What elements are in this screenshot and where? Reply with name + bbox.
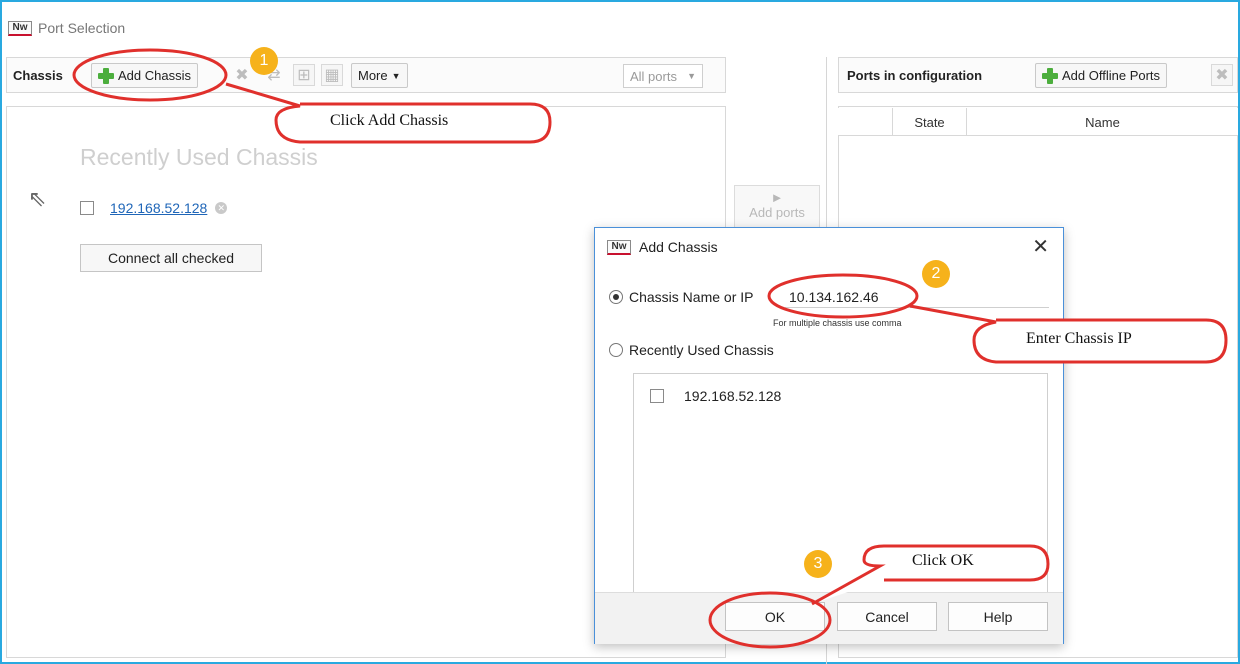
chassis-label: Chassis <box>13 68 63 83</box>
option-recent-label: Recently Used Chassis <box>629 342 774 358</box>
add-chassis-button[interactable]: Add Chassis <box>91 63 198 88</box>
chassis-checkbox[interactable] <box>80 201 94 215</box>
window-title: Port Selection <box>38 20 126 36</box>
close-icon[interactable]: ✕ <box>1032 234 1049 259</box>
radio-recent[interactable] <box>609 343 623 357</box>
connect-all-button[interactable]: Connect all checked <box>80 244 262 272</box>
tree-icon[interactable]: ⊞ <box>293 64 315 86</box>
ports-config-label: Ports in configuration <box>847 68 983 83</box>
chevron-down-icon: ▼ <box>687 71 696 81</box>
multi-chassis-hint: For multiple chassis use comma <box>773 318 902 328</box>
remove-chassis-icon[interactable]: ✖ <box>231 64 253 86</box>
recent-ip: 192.168.52.128 <box>684 388 782 404</box>
ok-button[interactable]: OK <box>725 602 825 631</box>
callout-text-2: Enter Chassis IP <box>1026 330 1132 347</box>
dialog-title: Add Chassis <box>639 239 718 255</box>
option-name-ip[interactable]: Chassis Name or IP <box>609 289 753 305</box>
help-button[interactable]: Help <box>948 602 1048 631</box>
chassis-toolbar: Chassis Add Chassis ✖ ⇄ ⊞ ▦ More ▼ All p… <box>6 57 726 93</box>
recent-chassis-list: 192.168.52.128 <box>633 373 1048 593</box>
arrow-right-icon: ► <box>770 190 784 205</box>
step-badge-2: 2 <box>922 260 950 288</box>
option-recent[interactable]: Recently Used Chassis <box>609 342 774 358</box>
recent-chassis-heading: Recently Used Chassis <box>80 144 318 170</box>
step-badge-1: 1 <box>250 47 278 75</box>
column-state[interactable]: State <box>892 108 966 136</box>
add-offline-ports-button[interactable]: Add Offline Ports <box>1035 63 1168 88</box>
list-item[interactable]: 192.168.52.128 <box>650 388 781 404</box>
plus-icon <box>1042 67 1058 84</box>
column-name[interactable]: Name <box>966 108 1238 136</box>
app-logo: Nw <box>8 20 32 36</box>
cancel-button[interactable]: Cancel <box>837 602 937 631</box>
plus-icon <box>98 67 114 84</box>
chassis-link[interactable]: 192.168.52.128 <box>110 200 207 216</box>
add-chassis-dialog: Nw Add Chassis ✕ Chassis Name or IP 10.1… <box>594 227 1064 644</box>
remove-icon[interactable]: ✕ <box>215 202 228 214</box>
add-offline-label: Add Offline Ports <box>1062 68 1161 83</box>
radio-name-ip[interactable] <box>609 290 623 304</box>
recent-checkbox[interactable] <box>650 389 664 403</box>
more-button[interactable]: More ▼ <box>351 63 408 88</box>
port-filter-value: All ports <box>630 68 677 84</box>
add-ports-button[interactable]: ► Add ports <box>734 185 820 229</box>
chevron-down-icon: ▼ <box>391 70 401 81</box>
remove-ports-icon[interactable]: ✖ <box>1211 64 1233 86</box>
dialog-title-bar: Nw Add Chassis <box>607 239 718 255</box>
port-filter-select[interactable]: All ports ▼ <box>623 64 703 88</box>
callout-text-1: Click Add Chassis <box>330 112 449 129</box>
mouse-cursor-icon: ⇖ <box>28 186 47 211</box>
ports-toolbar: Ports in configuration Add Offline Ports… <box>838 57 1238 93</box>
ports-icon[interactable]: ▦ <box>321 64 343 86</box>
dialog-logo: Nw <box>607 239 631 255</box>
title-bar: Nw Port Selection <box>8 18 125 38</box>
chassis-ip-input[interactable]: 10.134.162.46 <box>785 286 1049 308</box>
recent-chassis-item: 192.168.52.128 ✕ <box>80 200 228 216</box>
step-badge-3: 3 <box>804 550 832 578</box>
add-chassis-label: Add Chassis <box>118 68 191 83</box>
ports-grid-header: State Name <box>838 108 1238 136</box>
add-ports-label: Add ports <box>749 205 805 220</box>
option-name-ip-label: Chassis Name or IP <box>629 289 754 305</box>
more-label: More <box>358 68 388 83</box>
callout-text-3: Click OK <box>912 552 974 569</box>
